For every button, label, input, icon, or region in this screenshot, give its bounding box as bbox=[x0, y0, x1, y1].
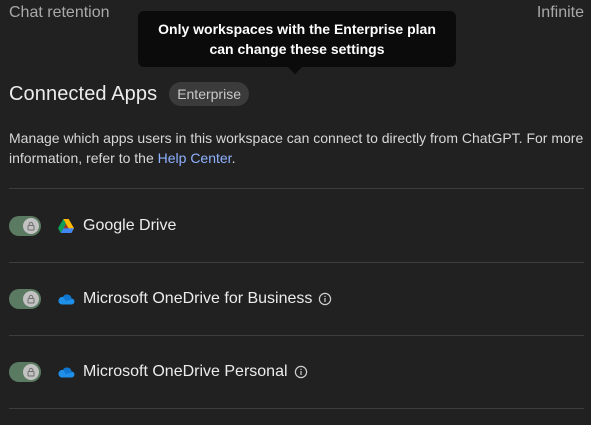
divider bbox=[9, 335, 584, 336]
app-row-onedrive-business: Microsoft OneDrive for Business bbox=[9, 279, 584, 319]
app-row-onedrive-personal: Microsoft OneDrive Personal bbox=[9, 352, 584, 392]
divider bbox=[9, 188, 584, 189]
tooltip-text: Only workspaces with the Enterprise plan… bbox=[158, 21, 436, 57]
chat-retention-label: Chat retention bbox=[9, 4, 110, 21]
help-center-link[interactable]: Help Center bbox=[158, 150, 232, 166]
lock-icon bbox=[23, 218, 39, 234]
section-title: Connected Apps bbox=[9, 82, 158, 105]
app-row-google-drive: Google Drive bbox=[9, 206, 584, 246]
enterprise-tooltip: Only workspaces with the Enterprise plan… bbox=[138, 11, 456, 67]
connected-apps-header: Connected Apps Enterprise bbox=[9, 82, 249, 106]
connected-apps-description: Manage which apps users in this workspac… bbox=[9, 128, 584, 168]
divider bbox=[9, 408, 584, 409]
onedrive-icon bbox=[57, 290, 75, 308]
enterprise-badge[interactable]: Enterprise bbox=[169, 82, 249, 106]
google-drive-icon bbox=[57, 217, 75, 235]
app-name: Microsoft OneDrive for Business bbox=[83, 290, 313, 307]
info-icon[interactable] bbox=[294, 365, 308, 379]
onedrive-business-toggle[interactable] bbox=[9, 289, 41, 309]
onedrive-personal-toggle[interactable] bbox=[9, 362, 41, 382]
lock-icon bbox=[23, 364, 39, 380]
settings-page: Chat retention Infinite Only workspaces … bbox=[0, 0, 591, 425]
chat-retention-value: Infinite bbox=[536, 4, 584, 21]
description-end: . bbox=[231, 150, 236, 166]
divider bbox=[9, 262, 584, 263]
info-icon[interactable] bbox=[318, 292, 332, 306]
google-drive-toggle[interactable] bbox=[9, 216, 41, 236]
app-name: Google Drive bbox=[83, 217, 177, 234]
onedrive-icon bbox=[57, 363, 75, 381]
app-name: Microsoft OneDrive Personal bbox=[83, 363, 288, 380]
description-text: Manage which apps users in this workspac… bbox=[9, 130, 584, 166]
lock-icon bbox=[23, 291, 39, 307]
